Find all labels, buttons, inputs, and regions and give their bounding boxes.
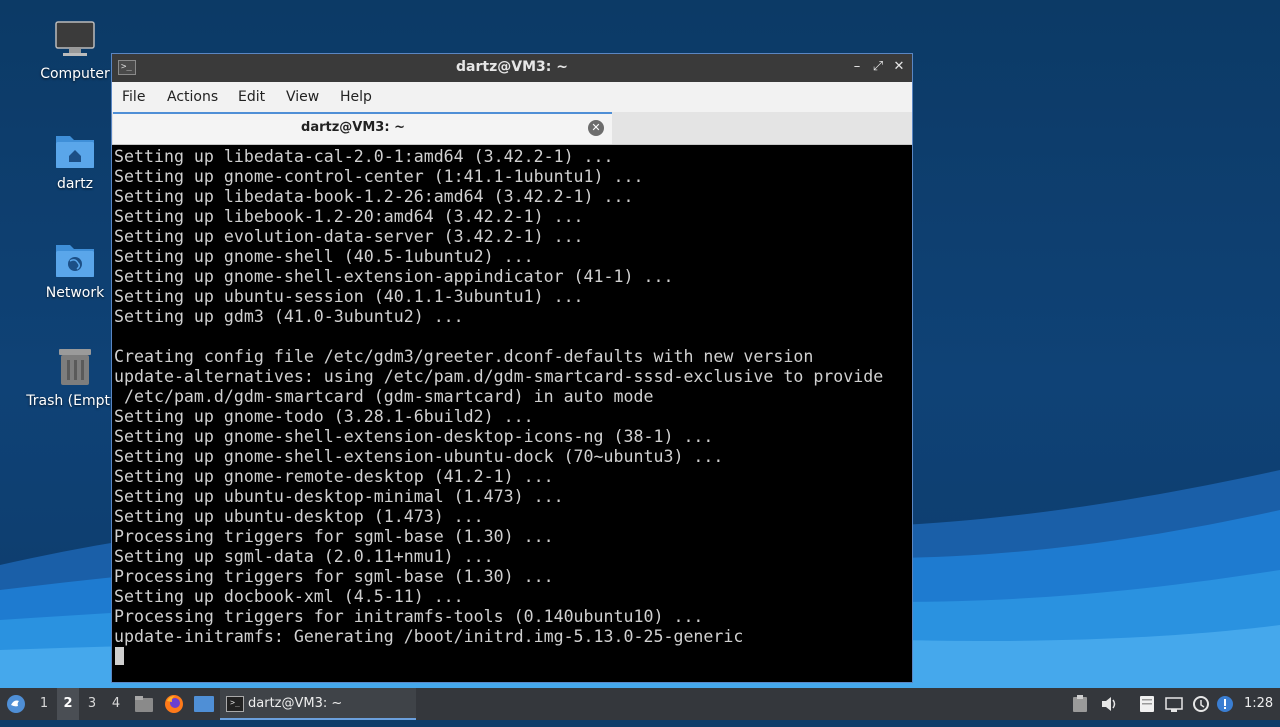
workspace-4[interactable]: 4 [105,688,127,720]
computer-icon [53,18,97,62]
menu-file[interactable]: File [122,89,145,105]
terminal-cursor [115,647,124,665]
menu-edit[interactable]: Edit [238,89,265,105]
clock[interactable]: 1:28 [1244,688,1273,720]
tab-close-icon[interactable]: ✕ [588,120,604,136]
desktop-icon-label: Computer [40,66,110,82]
terminal-icon: >_ [226,696,244,712]
terminal-window[interactable]: >_ dartz@VM3: ~ – ⤢ ✕ File Actions Edit … [111,53,913,683]
tab-label: dartz@VM3: ~ [301,120,405,135]
app-menu-icon[interactable] [4,688,28,720]
desktop-icon-label: Network [45,285,105,301]
minimize-button[interactable]: – [848,58,866,76]
tab-terminal[interactable]: dartz@VM3: ~ ✕ [113,112,612,144]
file-manager-icon[interactable] [134,688,154,720]
terminal-text: Setting up libedata-cal-2.0-1:amd64 (3.4… [114,147,884,646]
menu-view[interactable]: View [286,89,319,105]
desktop-icon-computer[interactable]: Computer [25,18,125,82]
notes-icon[interactable] [1138,695,1156,713]
close-button[interactable]: ✕ [890,58,908,76]
workspace-2[interactable]: 2 [57,688,79,720]
taskbar-terminal-task[interactable]: >_ dartz@VM3: ~ [220,688,416,720]
menu-actions[interactable]: Actions [167,89,218,105]
workspace-3[interactable]: 3 [81,688,103,720]
workspace-1[interactable]: 1 [33,688,55,720]
trash-icon [53,345,97,389]
task-label: dartz@VM3: ~ [248,696,343,711]
network-folder-icon [53,237,97,281]
desktop-icon-label: dartz [56,176,94,192]
menu-bar: File Actions Edit View Help [112,82,912,112]
update-icon[interactable] [1192,695,1210,713]
desktop-icon-network[interactable]: Network [25,237,125,301]
desktop-icon-trash[interactable]: Trash (Empty) [25,345,125,409]
home-folder-icon [53,128,97,172]
firefox-icon[interactable] [163,688,185,720]
taskbar: 1 2 3 4 >_ dartz@VM3: ~ 1:28 [0,688,1280,720]
desktop-icon-home[interactable]: dartz [25,128,125,192]
notification-icon[interactable] [1216,695,1234,713]
volume-icon[interactable] [1100,695,1118,713]
network-tray-icon[interactable] [1165,695,1183,713]
window-titlebar[interactable]: >_ dartz@VM3: ~ – ⤢ ✕ [112,54,912,82]
desktop-icon-label: Trash (Empty) [26,393,124,409]
clipboard-icon[interactable] [1072,695,1090,713]
menu-help[interactable]: Help [340,89,372,105]
tab-bar: dartz@VM3: ~ ✕ [112,112,912,145]
window-title: dartz@VM3: ~ [456,59,568,75]
maximize-button[interactable]: ⤢ [869,58,887,76]
desktop-show-icon[interactable] [193,688,215,720]
terminal-output[interactable]: Setting up libedata-cal-2.0-1:amd64 (3.4… [112,145,912,682]
